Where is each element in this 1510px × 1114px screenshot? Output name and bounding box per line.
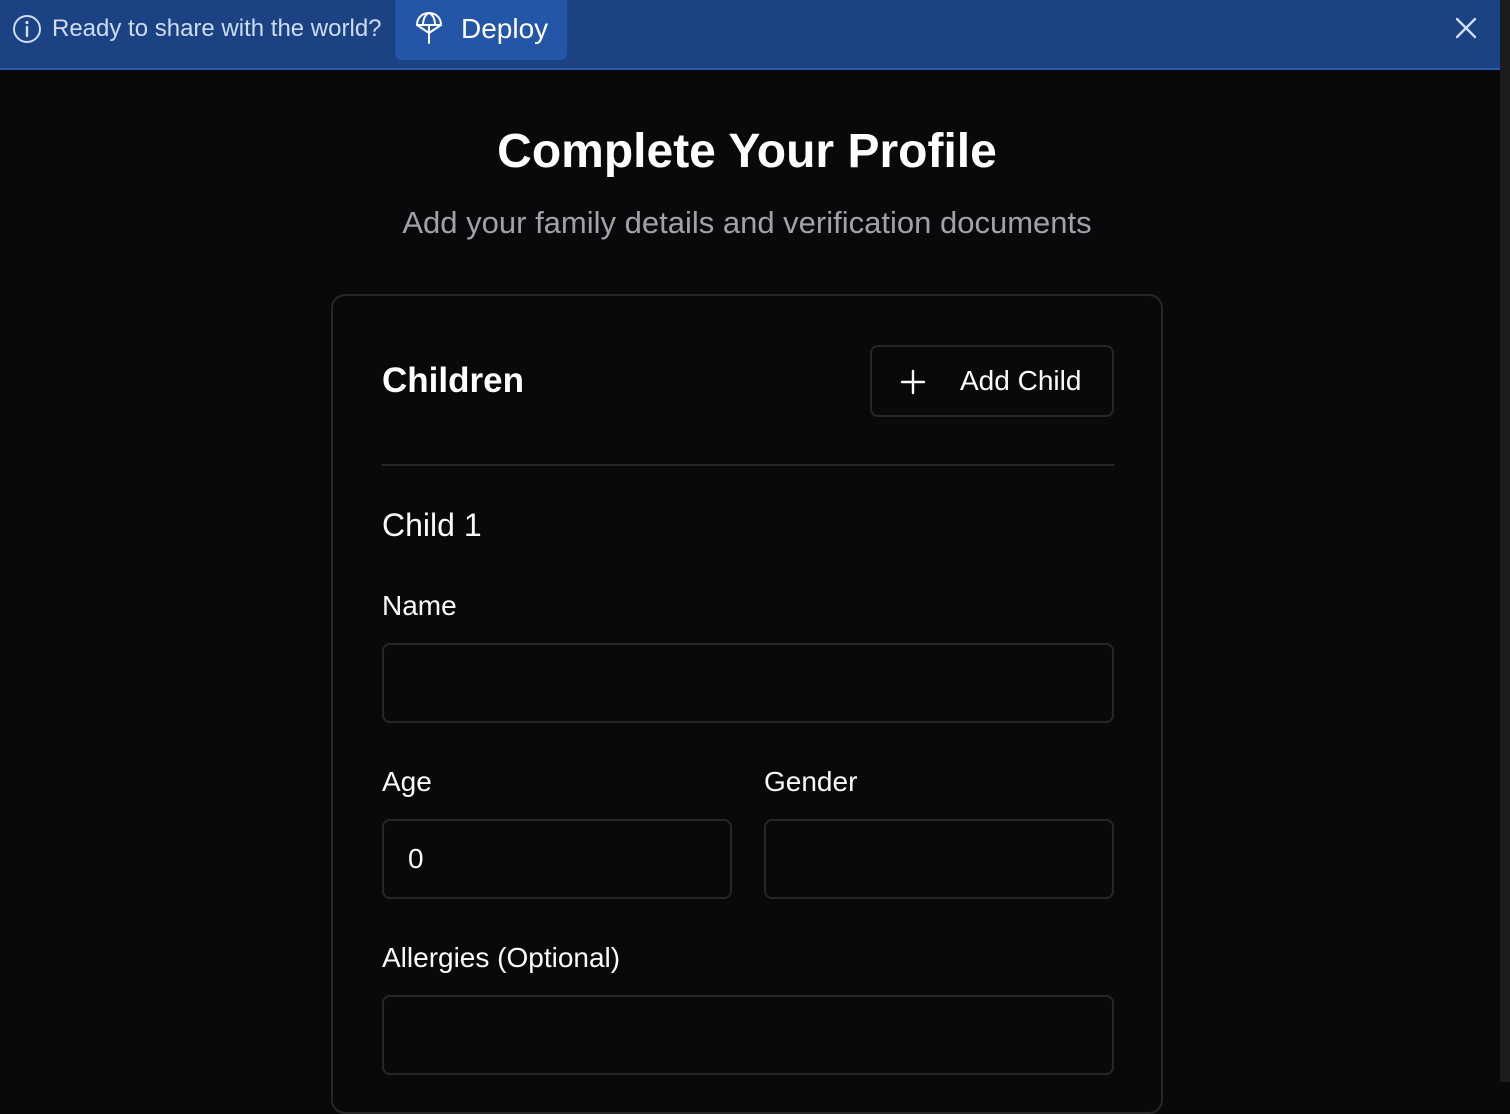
name-input[interactable] <box>382 643 1114 723</box>
gender-input[interactable] <box>764 819 1114 899</box>
allergies-label: Allergies (Optional) <box>382 942 621 973</box>
info-icon <box>13 15 41 43</box>
deploy-button-label: Deploy <box>461 13 549 44</box>
gender-label: Gender <box>764 766 858 797</box>
child-heading: Child 1 <box>382 507 482 543</box>
name-label: Name <box>382 590 457 621</box>
add-child-button[interactable]: Add Child <box>870 345 1114 417</box>
page-title: Complete Your Profile <box>497 125 997 178</box>
section-title-children: Children <box>382 361 524 400</box>
age-input[interactable] <box>382 819 732 899</box>
add-child-button-label: Add Child <box>960 365 1082 396</box>
banner-message: Ready to share with the world? <box>52 15 382 42</box>
children-card: Children Add Child Child 1 Name Age Gend… <box>331 294 1163 1114</box>
close-icon[interactable] <box>1450 12 1482 44</box>
allergies-input[interactable] <box>382 995 1114 1075</box>
scrollbar-track[interactable] <box>1500 0 1510 1082</box>
plus-icon <box>900 369 926 395</box>
deploy-button[interactable]: Deploy <box>395 0 567 60</box>
page-subtitle: Add your family details and verification… <box>402 205 1092 240</box>
deploy-banner: Ready to share with the world? Deploy <box>0 0 1500 70</box>
deploy-icon <box>416 11 442 44</box>
age-label: Age <box>382 766 432 797</box>
section-divider <box>382 464 1114 466</box>
